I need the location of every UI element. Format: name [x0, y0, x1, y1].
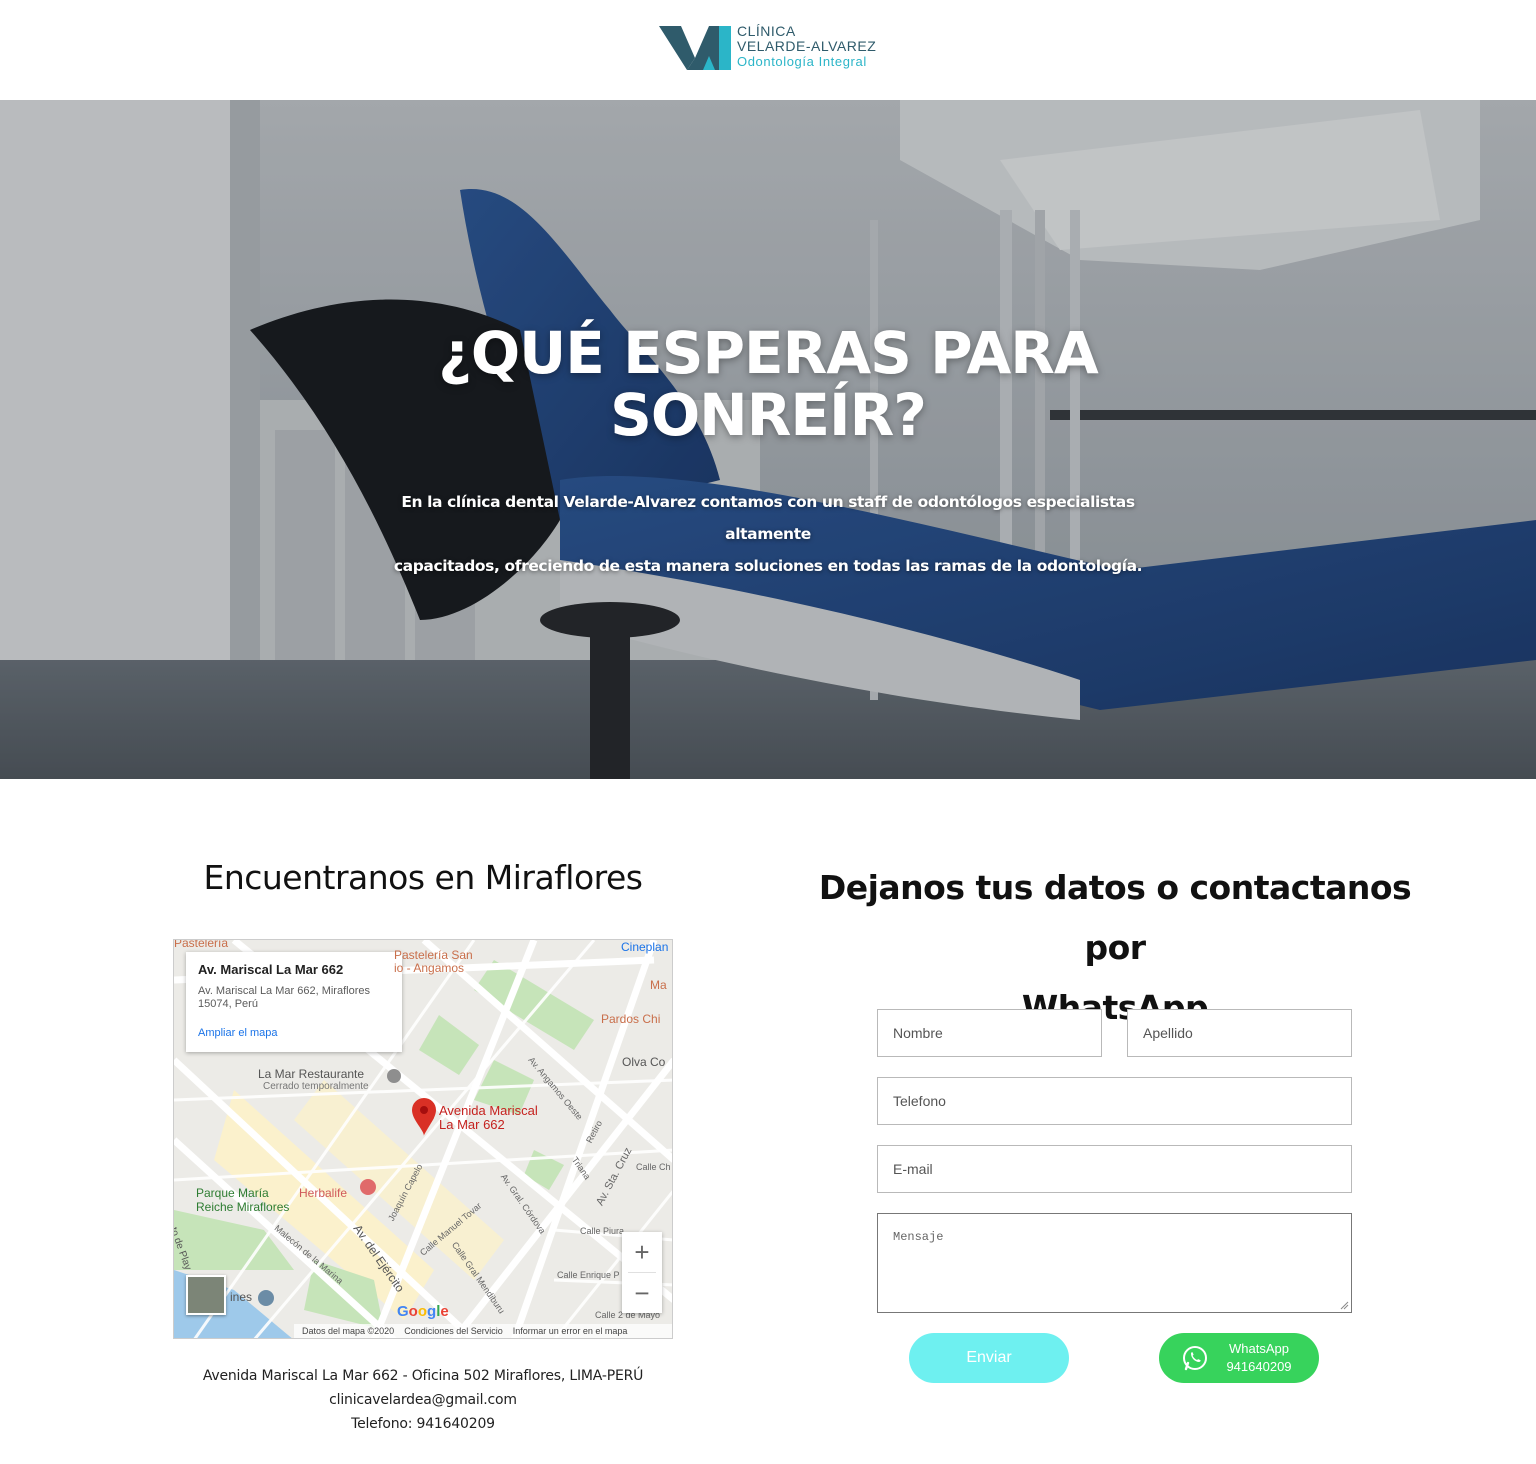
map-label-calle-ch: Calle Ch [636, 1162, 671, 1172]
map-pin-label-line1: Avenida Mariscal [439, 1103, 538, 1118]
map-label-enrique: Calle Enrique P [557, 1270, 620, 1280]
map-footer: Datos del mapa ©2020 Condiciones del Ser… [294, 1324, 672, 1338]
contact-info: Avenida Mariscal La Mar 662 - Oficina 50… [173, 1364, 673, 1436]
logo-mark-icon [659, 26, 731, 70]
map-zoom-controls: + − [622, 1232, 662, 1313]
whatsapp-number: 941640209 [1226, 1359, 1292, 1374]
map-label-restaurante: La Mar Restaurante [258, 1067, 365, 1081]
map-label-piura: Calle Piura [580, 1226, 625, 1236]
map-place-card: Av. Mariscal La Mar 662 Av. Mariscal La … [186, 952, 402, 1052]
map-label-parque-2: Reiche Miraflores [196, 1200, 290, 1214]
map-pin-label-line2: La Mar 662 [439, 1117, 505, 1132]
map-footer-data: Datos del mapa ©2020 [302, 1326, 395, 1336]
clinic-logo[interactable]: CLÍNICA VELARDE-ALVAREZ Odontología Inte… [659, 24, 889, 74]
hero-title-line1: ¿QUÉ ESPERAS PARA [438, 319, 1099, 387]
hero-title: ¿QUÉ ESPERAS PARA SONREÍR? [368, 322, 1168, 446]
clinic-address: Avenida Mariscal La Mar 662 - Oficina 50… [202, 1368, 644, 1384]
location-title: Encuentranos en Miraflores [203, 858, 643, 897]
mensaje-textarea[interactable]: Mensaje [877, 1213, 1352, 1313]
map-label-cineplanet: Cineplan [621, 940, 669, 954]
clinic-phone: Telefono: 941640209 [351, 1416, 495, 1432]
map-label-pasteleria: Pastelería [174, 939, 229, 950]
map-zoom-in-button[interactable]: + [622, 1232, 662, 1272]
send-button[interactable]: Enviar [909, 1333, 1069, 1383]
map-zoom-out-button[interactable]: − [622, 1273, 662, 1313]
map-label-olva: Olva Co [622, 1055, 666, 1069]
google-logo: Google [397, 1303, 449, 1320]
map-label-pardos: Pardos Chi [601, 1012, 661, 1026]
email-field[interactable]: E-mail [877, 1145, 1352, 1193]
whatsapp-icon [1183, 1346, 1207, 1371]
hero-title-line2: SONREÍR? [610, 381, 927, 449]
map-satellite-toggle[interactable] [186, 1275, 226, 1315]
clinic-email: clinicavelardea@gmail.com [329, 1392, 517, 1408]
whatsapp-button[interactable]: WhatsApp 941640209 [1159, 1333, 1319, 1383]
hero-subtitle-line2: capacitados, ofreciendo de esta manera s… [393, 557, 1143, 575]
site-header: CLÍNICA VELARDE-ALVAREZ Odontología Inte… [0, 0, 1536, 100]
map-pin-label: Avenida Mariscal La Mar 662 [439, 1104, 538, 1132]
contact-title-line1: Dejanos tus datos o contactanos por [818, 868, 1412, 967]
map-label-pasteleria-san-2: io - Angamos [394, 961, 465, 975]
map-place-address-line2: 15074, Perú [198, 998, 258, 1010]
map-label-pasteleria-san: Pastelería San io - Angamos [394, 948, 473, 975]
map-label-pasteleria-san-1: Pastelería San [394, 948, 473, 962]
map-label-cerrado: Cerrado temporalmente [263, 1081, 369, 1092]
apellido-field[interactable]: Apellido [1127, 1009, 1352, 1057]
map-place-title: Av. Mariscal La Mar 662 [198, 962, 344, 977]
map-label-lines: ines [230, 1290, 253, 1304]
map-label-ma: Ma [650, 978, 667, 992]
whatsapp-text: WhatsApp 941640209 [1221, 1340, 1297, 1376]
logo-line-name: VELARDE-ALVAREZ [737, 38, 877, 54]
map-footer-terms[interactable]: Condiciones del Servicio [404, 1326, 503, 1336]
hero-banner: ¿QUÉ ESPERAS PARA SONREÍR? En la clínica… [0, 100, 1536, 779]
resize-handle-icon[interactable] [1340, 1301, 1349, 1310]
google-map[interactable]: Av. Mariscal La Mar 662 Av. Mariscal La … [173, 939, 673, 1339]
map-label-parque-1: Parque María [196, 1186, 269, 1200]
map-expand-link[interactable]: Ampliar el mapa [198, 1027, 390, 1039]
telefono-field[interactable]: Telefono [877, 1077, 1352, 1125]
logo-line-tagline: Odontología Integral [737, 54, 867, 69]
map-place-address: Av. Mariscal La Mar 662, Miraflores 1507… [198, 985, 388, 1011]
map-place-address-line1: Av. Mariscal La Mar 662, Miraflores [198, 985, 370, 997]
logo-line-clinica: CLÍNICA [737, 23, 796, 39]
map-footer-report[interactable]: Informar un error en el mapa [513, 1326, 628, 1336]
map-label-herbalife: Herbalife [299, 1186, 348, 1200]
mensaje-placeholder: Mensaje [893, 1230, 944, 1244]
hero-subtitle: En la clínica dental Velarde-Alvarez con… [368, 486, 1168, 582]
nombre-field[interactable]: Nombre [877, 1009, 1102, 1057]
hero-subtitle-line1: En la clínica dental Velarde-Alvarez con… [401, 493, 1135, 543]
whatsapp-label: WhatsApp [1229, 1341, 1289, 1356]
map-label-parque: Parque María Reiche Miraflores [196, 1186, 289, 1214]
logo-text: CLÍNICA VELARDE-ALVAREZ Odontología Inte… [737, 23, 877, 70]
